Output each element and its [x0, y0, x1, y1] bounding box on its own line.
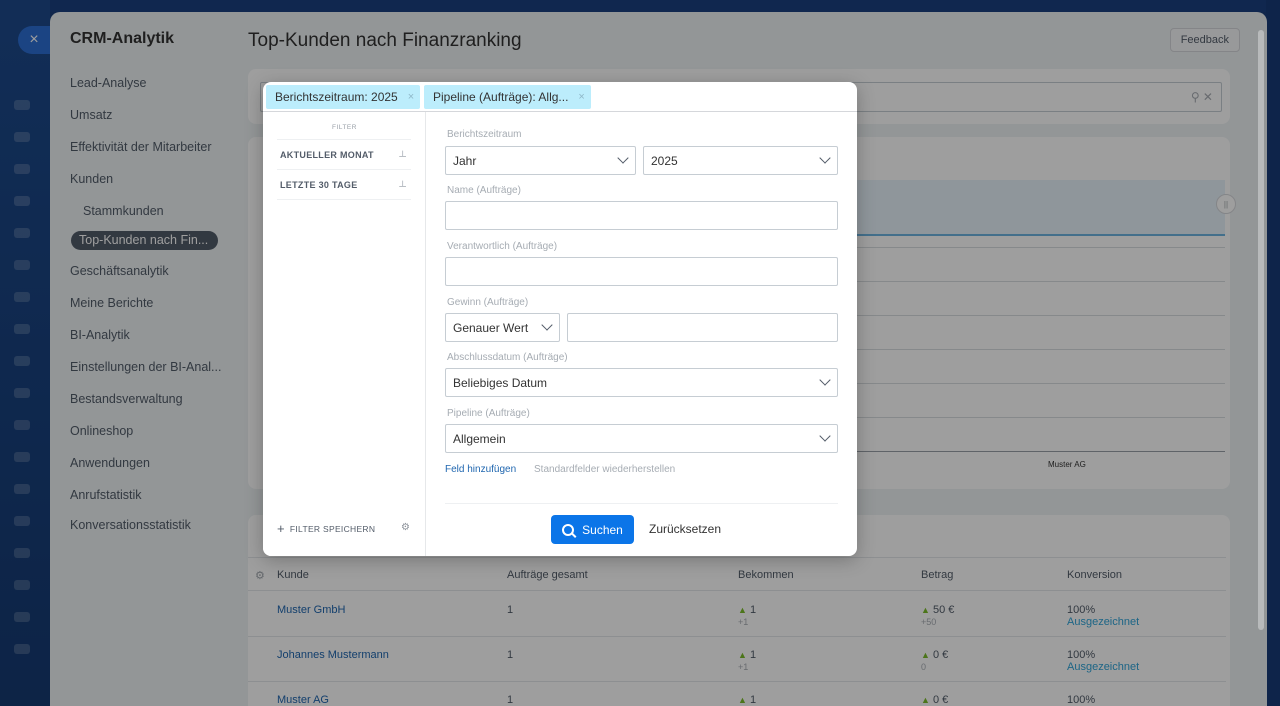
field-label-name: Name (Aufträge) — [447, 185, 521, 196]
period-year-value: 2025 — [651, 153, 678, 168]
chevron-down-icon — [819, 374, 831, 386]
restore-fields-link[interactable]: Standardfelder wiederherstellen — [534, 464, 675, 475]
reset-button[interactable]: Zurücksetzen — [649, 522, 721, 536]
filter-tag-period[interactable]: Berichtszeitraum: 2025 × — [266, 85, 421, 109]
save-filter-label: FILTER SPEICHERN — [289, 524, 376, 534]
pin-icon[interactable]: ⊥ — [398, 149, 407, 160]
field-label-pipeline: Pipeline (Aufträge) — [447, 408, 530, 419]
search-icon — [562, 523, 575, 536]
gear-icon[interactable]: ⚙ — [401, 522, 410, 533]
responsible-input[interactable] — [445, 257, 838, 286]
presets-title: FILTER — [332, 124, 357, 131]
field-label-profit: Gewinn (Aufträge) — [447, 297, 529, 308]
close-date-select[interactable]: Beliebiges Datum — [445, 368, 838, 397]
remove-tag-icon[interactable]: × — [408, 91, 414, 103]
popup-divider — [445, 503, 838, 504]
field-label-close-date: Abschlussdatum (Aufträge) — [447, 352, 568, 363]
search-button[interactable]: Suchen — [551, 515, 634, 544]
pin-icon[interactable]: ⊥ — [398, 179, 407, 190]
filter-popup: Berichtszeitraum: 2025 × Pipeline (Auftr… — [263, 82, 857, 556]
preset-aktueller-monat[interactable]: AKTUELLER MONAT ⊥ — [277, 139, 411, 169]
chevron-down-icon — [819, 430, 831, 442]
add-field-link[interactable]: Feld hinzufügen — [445, 464, 516, 475]
search-button-label: Suchen — [582, 522, 623, 537]
name-input[interactable] — [445, 201, 838, 230]
plus-icon: + — [277, 521, 285, 536]
presets-divider — [277, 199, 411, 200]
preset-label: AKTUELLER MONAT — [280, 149, 374, 160]
remove-tag-icon[interactable]: × — [578, 91, 584, 103]
preset-label: LETZTE 30 TAGE — [280, 179, 358, 190]
period-year-select[interactable]: 2025 — [643, 146, 838, 175]
period-type-value: Jahr — [453, 153, 477, 168]
filter-tag-pipeline[interactable]: Pipeline (Aufträge): Allg... × — [424, 85, 591, 109]
field-label-period: Berichtszeitraum — [447, 129, 522, 140]
profit-mode-value: Genauer Wert — [453, 320, 529, 335]
close-date-value: Beliebiges Datum — [453, 375, 548, 390]
chevron-down-icon — [541, 319, 553, 331]
period-type-select[interactable]: Jahr — [445, 146, 636, 175]
pipeline-value: Allgemein — [453, 431, 506, 446]
pipeline-select[interactable]: Allgemein — [445, 424, 838, 453]
profit-mode-select[interactable]: Genauer Wert — [445, 313, 560, 342]
chevron-down-icon — [819, 152, 831, 164]
save-filter-button[interactable]: + FILTER SPEICHERN — [277, 521, 375, 536]
popup-search-bar[interactable]: Berichtszeitraum: 2025 × Pipeline (Auftr… — [263, 82, 857, 112]
filter-tag-label: Berichtszeitraum: 2025 — [275, 90, 398, 104]
chevron-down-icon — [617, 152, 629, 164]
page-scrollbar[interactable] — [1258, 30, 1264, 630]
profit-value-input[interactable] — [567, 313, 838, 342]
filter-tag-label: Pipeline (Aufträge): Allg... — [433, 90, 569, 104]
filter-presets-column: FILTER AKTUELLER MONAT ⊥ LETZTE 30 TAGE … — [263, 112, 426, 556]
field-label-responsible: Verantwortlich (Aufträge) — [447, 241, 558, 252]
preset-letzte-30-tage[interactable]: LETZTE 30 TAGE ⊥ — [277, 169, 411, 199]
